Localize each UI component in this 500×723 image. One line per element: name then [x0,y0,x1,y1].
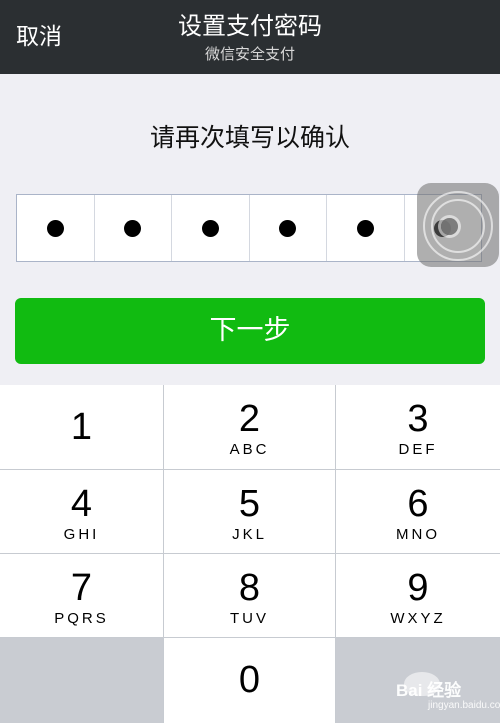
key-digit: 7 [70,567,93,609]
key-digit: 8 [238,567,261,609]
key-letters: PQRS [54,610,109,627]
page-title: 设置支付密码 [178,12,322,40]
pin-cell [250,195,327,261]
pin-dot [46,219,64,237]
key-digit: 1 [70,406,93,448]
keypad-key-7[interactable]: 7 PQRS [0,554,163,637]
pin-dot [356,219,374,237]
key-digit: 9 [407,567,429,609]
pin-input-box[interactable] [16,194,482,262]
pin-cell [95,195,172,261]
assistive-touch-core [441,218,458,235]
keypad-key-9[interactable]: 9 WXYZ [336,554,500,637]
key-digit: 0 [238,659,261,701]
nav-bar: 取消 设置支付密码 微信安全支付 [0,0,500,74]
key-letters: WXYZ [390,610,446,627]
keypad-key-4[interactable]: 4 GHI [0,470,163,553]
pin-cell [327,195,405,261]
pin-cell [17,195,95,261]
keypad-key-8[interactable]: 8 TUV [164,554,335,637]
pin-dot [279,219,297,237]
key-digit: 5 [238,483,261,525]
keypad-key-1[interactable]: 1 [0,385,163,469]
key-digit: 4 [70,483,93,525]
watermark-text: Bai 经验 [396,681,462,700]
pin-dot [124,219,142,237]
pin-dot [201,219,219,237]
keypad-key-6[interactable]: 6 MNO [336,470,500,553]
confirm-prompt: 请再次填写以确认 [149,123,350,152]
baidu-watermark: Bai 经验 jingyan.baidu.com [388,664,500,714]
key-digit: 2 [238,398,261,440]
keypad-key-0[interactable]: 0 [164,638,335,723]
key-letters: MNO [396,526,440,543]
keypad-key-3[interactable]: 3 DEF [336,385,500,469]
key-digit: 3 [407,398,429,440]
key-letters: GHI [63,526,100,543]
keypad-blank-key [0,638,163,723]
keypad-key-5[interactable]: 5 JKL [164,470,335,553]
pin-cell [172,195,250,261]
page-subtitle: 微信安全支付 [204,45,295,63]
key-letters: DEF [398,441,438,458]
key-letters: JKL [232,526,267,543]
watermark-subtext: jingyan.baidu.com [428,700,500,711]
key-digit: 6 [407,483,429,525]
next-step-button[interactable]: 下一步 [15,298,485,364]
assistive-touch-icon[interactable] [417,183,499,267]
keypad-key-2[interactable]: 2 ABC [164,385,335,469]
assistive-touch-inner-ring [431,199,485,253]
key-letters: TUV [230,610,269,627]
key-letters: ABC [229,441,270,458]
